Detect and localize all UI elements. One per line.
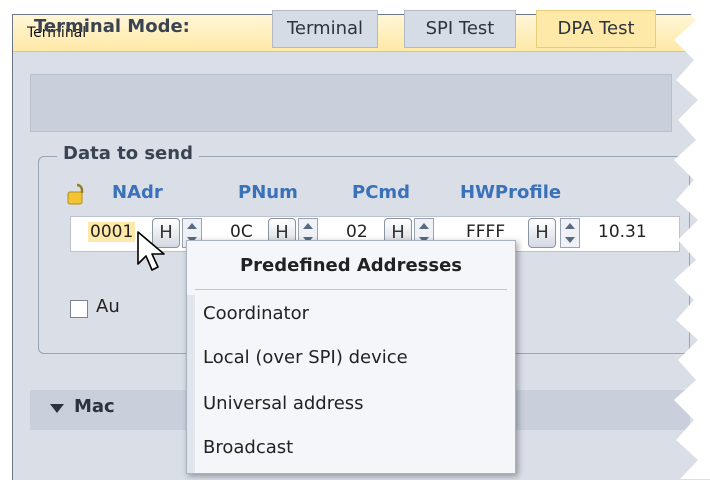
menu-icon-strip	[187, 295, 195, 473]
menu-item-local-spi-device[interactable]: Local (over SPI) device	[203, 347, 408, 368]
menu-item-broadcast[interactable]: Broadcast	[203, 437, 293, 458]
header-pnum: PNum	[238, 182, 298, 203]
mode-terminal-button[interactable]: Terminal	[272, 10, 378, 48]
collapsed-section-label: Mac	[74, 396, 115, 417]
lock-icon[interactable]	[66, 182, 88, 206]
hwprofile-value[interactable]: FFFF	[466, 222, 505, 242]
auto-checkbox[interactable]	[70, 300, 88, 318]
extra-value[interactable]: 10.31	[598, 222, 647, 242]
hwprofile-hex-button[interactable]: H	[528, 218, 556, 248]
nadr-value[interactable]: 0001	[88, 222, 136, 242]
header-pcmd: PCmd	[352, 182, 411, 203]
predefined-addresses-menu: Predefined Addresses Coordinator Local (…	[186, 240, 516, 474]
group-title: Data to send	[57, 143, 199, 164]
auto-checkbox-label: Au	[96, 296, 120, 317]
pcmd-value[interactable]: 02	[346, 222, 368, 242]
collapse-arrow-icon[interactable]	[50, 404, 64, 413]
terminal-mode-bar	[30, 74, 672, 132]
pnum-value[interactable]: 0C	[230, 222, 253, 242]
mode-dpa-test-button[interactable]: DPA Test	[536, 10, 656, 48]
torn-edge-decoration	[674, 0, 710, 479]
header-hwprofile: HWProfile	[460, 182, 562, 203]
terminal-mode-label: Terminal Mode:	[34, 16, 190, 37]
menu-item-coordinator[interactable]: Coordinator	[203, 303, 309, 324]
mode-spi-test-button[interactable]: SPI Test	[404, 10, 516, 48]
mouse-cursor-icon	[137, 231, 165, 271]
menu-item-universal-address[interactable]: Universal address	[203, 393, 364, 414]
menu-title: Predefined Addresses	[239, 255, 463, 276]
menu-separator	[195, 289, 507, 290]
hwprofile-spinner[interactable]	[560, 218, 580, 248]
header-nadr: NAdr	[112, 182, 163, 203]
